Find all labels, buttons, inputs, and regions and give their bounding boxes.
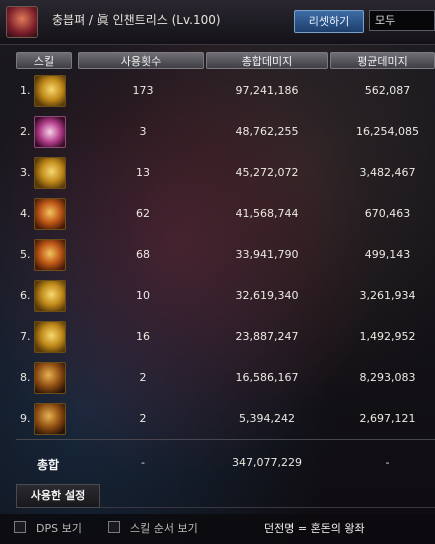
table-row: 9. 2 5,394,242 2,697,121 <box>0 399 435 440</box>
row-rank: 5. <box>20 248 31 261</box>
average-damage: 2,697,121 <box>359 412 416 425</box>
use-count: 16 <box>136 330 150 343</box>
dungeon-name: 던전명 = 혼돈의 왕좌 <box>264 522 365 535</box>
total-damage: 16,586,167 <box>235 371 299 384</box>
column-header-count[interactable]: 사용횟수 <box>78 52 204 69</box>
average-damage: 670,463 <box>364 207 411 220</box>
average-damage: 8,293,083 <box>359 371 416 384</box>
skill-icon <box>34 321 66 353</box>
table-row: 2. 3 48,762,255 16,254,085 <box>0 112 435 153</box>
settings-divider <box>100 507 435 508</box>
total-label: 총합 <box>37 458 60 472</box>
use-count: 10 <box>136 289 150 302</box>
skill-order-checkbox[interactable] <box>108 521 120 533</box>
column-header-total-damage[interactable]: 총합데미지 <box>206 52 328 69</box>
use-count: 62 <box>136 207 150 220</box>
skill-order-checkbox-label: 스킬 순서 보기 <box>130 522 198 535</box>
average-damage: 3,482,467 <box>359 166 416 179</box>
character-avatar <box>6 6 38 38</box>
row-rank: 2. <box>20 125 31 138</box>
skill-icon <box>34 75 66 107</box>
use-count: 2 <box>139 412 147 425</box>
use-count: 3 <box>139 125 147 138</box>
row-rank: 1. <box>20 84 31 97</box>
column-header-skill[interactable]: 스킬 <box>16 52 72 69</box>
total-damage: 23,887,247 <box>235 330 299 343</box>
header-bar: 충븝펴 / 眞 인챈트리스 (Lv.100) 리셋하기 모두 <box>0 0 435 45</box>
total-damage: 97,241,186 <box>235 84 299 97</box>
total-damage-sum: 347,077,229 <box>232 456 302 469</box>
use-count: 2 <box>139 371 147 384</box>
total-damage: 41,568,744 <box>235 207 299 220</box>
row-rank: 7. <box>20 330 31 343</box>
average-damage: 499,143 <box>364 248 411 261</box>
total-divider <box>16 439 435 440</box>
dps-checkbox[interactable] <box>14 521 26 533</box>
skill-icon <box>34 280 66 312</box>
table-row: 6. 10 32,619,340 3,261,934 <box>0 276 435 317</box>
table-row: 3. 13 45,272,072 3,482,467 <box>0 153 435 194</box>
row-rank: 6. <box>20 289 31 302</box>
row-rank: 4. <box>20 207 31 220</box>
skill-icon <box>34 239 66 271</box>
total-damage: 32,619,340 <box>235 289 299 302</box>
use-count: 13 <box>136 166 150 179</box>
table-row: 1. 173 97,241,186 562,087 <box>0 71 435 112</box>
total-count: - <box>141 456 145 469</box>
row-rank: 8. <box>20 371 31 384</box>
row-rank: 9. <box>20 412 31 425</box>
filter-dropdown[interactable]: 모두 <box>369 10 435 31</box>
dps-checkbox-label: DPS 보기 <box>36 522 82 535</box>
total-damage: 33,941,790 <box>235 248 299 261</box>
use-count: 173 <box>132 84 154 97</box>
table-row: 5. 68 33,941,790 499,143 <box>0 235 435 276</box>
average-damage: 3,261,934 <box>359 289 416 302</box>
use-count: 68 <box>136 248 150 261</box>
column-header-avg-damage[interactable]: 평균데미지 <box>330 52 435 69</box>
skill-icon <box>34 198 66 230</box>
table-row: 4. 62 41,568,744 670,463 <box>0 194 435 235</box>
total-damage: 45,272,072 <box>235 166 299 179</box>
average-damage: 16,254,085 <box>356 125 419 138</box>
skill-icon <box>34 116 66 148</box>
total-average: - <box>385 456 390 469</box>
skill-icon <box>34 157 66 189</box>
used-settings-tab[interactable]: 사용한 설정 <box>16 484 100 508</box>
average-damage: 562,087 <box>364 84 411 97</box>
skill-icon <box>34 362 66 394</box>
average-damage: 1,492,952 <box>359 330 416 343</box>
table-row: 8. 2 16,586,167 8,293,083 <box>0 358 435 399</box>
character-title: 충븝펴 / 眞 인챈트리스 (Lv.100) <box>52 13 221 27</box>
skill-icon <box>34 403 66 435</box>
total-damage: 48,762,255 <box>235 125 299 138</box>
total-damage: 5,394,242 <box>239 412 295 425</box>
table-row: 7. 16 23,887,247 1,492,952 <box>0 317 435 358</box>
reset-button[interactable]: 리셋하기 <box>294 10 364 33</box>
row-rank: 3. <box>20 166 31 179</box>
